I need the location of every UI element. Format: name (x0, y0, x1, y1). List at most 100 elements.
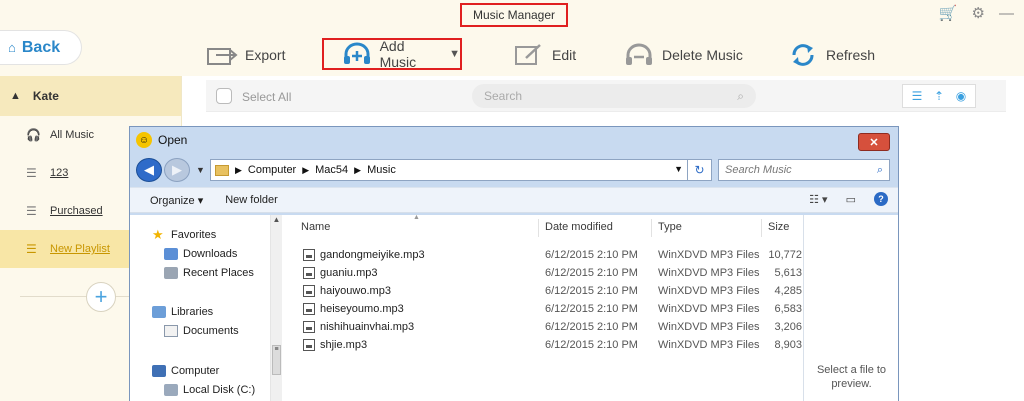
preview-pane: Select a file to preview. (803, 215, 898, 401)
column-date[interactable]: Date modified (545, 221, 613, 233)
view-switcher: ☰ ⇡ ◉ (902, 84, 976, 108)
back-button[interactable]: ⌂ Back (0, 30, 82, 65)
breadcrumb-sep-icon: ▶ (235, 164, 242, 175)
nav-back-button[interactable]: ◀ (136, 158, 162, 182)
computer-icon (152, 365, 166, 377)
view-controls: ☷ ▾ ▭ ? (809, 192, 888, 206)
cart-icon[interactable]: 🛒 (939, 4, 958, 22)
nav-label: Documents (183, 325, 239, 337)
audio-file-icon (303, 249, 315, 261)
device-header[interactable]: ▲ Kate (0, 76, 181, 116)
add-playlist-button[interactable]: + (86, 282, 116, 312)
list-toolbar: Select All Search ⌕ ☰ ⇡ ◉ (206, 80, 1006, 112)
file-row[interactable]: shjie.mp3 6/12/2015 2:10 PM WinXDVD MP3 … (283, 336, 803, 354)
dialog-titlebar: ☺ Open ✕ (130, 127, 898, 153)
nav-downloads[interactable]: Downloads (164, 248, 237, 260)
select-all-label: Select All (242, 90, 292, 104)
file-row[interactable]: heiseyoumo.mp3 6/12/2015 2:10 PM WinXDVD… (283, 300, 803, 318)
file-size: 8,903 (774, 339, 802, 351)
breadcrumb-mac54[interactable]: Mac54 (315, 164, 348, 176)
organize-button[interactable]: Organize ▾ (150, 194, 203, 207)
edit-label: Edit (552, 47, 577, 63)
breadcrumb-music[interactable]: Music (367, 164, 396, 176)
nav-label: Favorites (171, 229, 217, 241)
address-refresh-button[interactable]: ↻ (687, 160, 711, 180)
recent-dropdown-icon[interactable]: ▼ (196, 165, 205, 175)
sidebar-item-label: Purchased (50, 205, 103, 217)
dialog-body: ★ Favorites Downloads Recent Places Libr… (130, 214, 898, 401)
column-divider[interactable] (538, 219, 539, 237)
libraries-icon (152, 306, 166, 318)
nav-forward-button[interactable]: ▶ (164, 158, 190, 182)
file-row[interactable]: gandongmeiyike.mp3 6/12/2015 2:10 PM Win… (283, 246, 803, 264)
arrow-right-icon: ▶ (172, 162, 182, 177)
file-date: 6/12/2015 2:10 PM (545, 321, 638, 333)
file-date: 6/12/2015 2:10 PM (545, 339, 638, 351)
nav-favorites[interactable]: ★ Favorites (152, 227, 217, 242)
device-name: Kate (32, 89, 59, 103)
preview-pane-icon[interactable]: ▭ (846, 193, 856, 206)
refresh-label: Refresh (826, 47, 876, 63)
file-type: WinXDVD MP3 Files (658, 285, 760, 297)
file-type: WinXDVD MP3 Files (658, 321, 760, 333)
nav-scrollbar[interactable]: ▲ ≡ (270, 215, 282, 401)
column-label: Name (301, 221, 331, 233)
address-dropdown-icon[interactable]: ▼ (674, 164, 683, 174)
dialog-search-input[interactable]: Search Music ⌕ (718, 159, 890, 181)
column-name[interactable]: Name (301, 221, 330, 233)
artist-view-icon[interactable]: ⇡ (929, 87, 949, 105)
nav-recent-places[interactable]: Recent Places (164, 267, 254, 279)
window-controls: 🛒 ⚙ — (939, 4, 1014, 23)
export-label: Export (245, 47, 286, 63)
breadcrumb-computer[interactable]: Computer (248, 164, 296, 176)
nav-label: Local Disk (C:) (183, 384, 256, 396)
help-icon[interactable]: ? (874, 192, 888, 206)
close-button[interactable]: ✕ (858, 133, 890, 151)
change-view-icon[interactable]: ☷ ▾ (809, 193, 827, 206)
command-bar: Organize ▾ New folder ☷ ▾ ▭ ? (130, 187, 898, 213)
file-name: guaniu.mp3 (320, 267, 378, 279)
nav-label: Computer (171, 365, 220, 377)
playlist-icon: ☰ (26, 242, 37, 256)
list-view-icon[interactable]: ☰ (907, 87, 927, 105)
refresh-button[interactable]: Refresh (786, 38, 875, 72)
column-type[interactable]: Type (658, 221, 682, 233)
album-view-icon[interactable]: ◉ (951, 87, 971, 105)
scroll-thumb[interactable]: ≡ (272, 345, 281, 375)
file-row[interactable]: haiyouwo.mp3 6/12/2015 2:10 PM WinXDVD M… (283, 282, 803, 300)
edit-button[interactable]: Edit (512, 38, 576, 72)
nav-documents[interactable]: Documents (164, 325, 239, 337)
file-type: WinXDVD MP3 Files (658, 303, 760, 315)
minimize-icon[interactable]: — (999, 5, 1014, 22)
export-icon (205, 42, 239, 68)
file-name: heiseyoumo.mp3 (320, 303, 404, 315)
scroll-up-icon[interactable]: ▲ (271, 215, 282, 224)
new-folder-button[interactable]: New folder (225, 194, 278, 206)
column-divider[interactable] (761, 219, 762, 237)
nav-computer[interactable]: Computer (152, 365, 219, 377)
file-size: 10,772 (768, 249, 802, 261)
select-all-checkbox[interactable] (216, 88, 232, 104)
column-divider[interactable] (651, 219, 652, 237)
file-name: shjie.mp3 (320, 339, 368, 351)
export-button[interactable]: Export (205, 38, 285, 72)
close-icon: ✕ (869, 136, 879, 149)
audio-file-icon (303, 321, 315, 333)
column-size[interactable]: Size (768, 221, 789, 233)
add-music-button[interactable]: Add Music ▼ (322, 38, 462, 70)
sort-ascending-icon: ▲ (413, 214, 420, 221)
search-icon: ⌕ (876, 163, 883, 176)
gear-icon[interactable]: ⚙ (972, 4, 985, 22)
search-placeholder: Search (484, 89, 523, 103)
file-type: WinXDVD MP3 Files (658, 339, 760, 351)
star-icon: ★ (152, 227, 164, 242)
address-bar[interactable]: ▶ Computer ▶ Mac54 ▶ Music ▼ ↻ (210, 159, 712, 181)
file-size: 6,583 (774, 303, 802, 315)
nav-local-disk[interactable]: Local Disk (C:) (164, 384, 255, 396)
home-icon: ⌂ (8, 40, 16, 55)
search-input[interactable]: Search ⌕ (472, 84, 756, 108)
file-row[interactable]: nishihuainvhai.mp3 6/12/2015 2:10 PM Win… (283, 318, 803, 336)
file-row[interactable]: guaniu.mp3 6/12/2015 2:10 PM WinXDVD MP3… (283, 264, 803, 282)
delete-music-button[interactable]: Delete Music (622, 38, 743, 72)
nav-libraries[interactable]: Libraries (152, 306, 213, 318)
